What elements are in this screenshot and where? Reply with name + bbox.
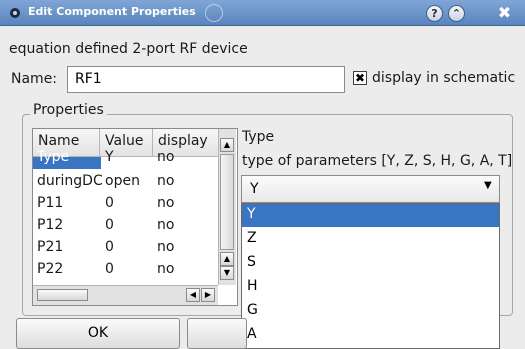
table-cell-display: no [157, 217, 175, 233]
dropdown-option[interactable]: Z [242, 228, 499, 251]
dropdown-option[interactable]: S [242, 252, 499, 275]
table-cell-value: 0 [105, 195, 114, 211]
property-description: type of parameters [Y, Z, S, H, G, A, T] [242, 153, 513, 169]
table-cell-display: no [157, 195, 175, 211]
table-cell-value: 0 [105, 239, 114, 255]
table-cell-value: open [105, 173, 140, 189]
dropdown-option[interactable]: H [242, 276, 499, 299]
help-button[interactable]: ? [426, 5, 443, 22]
dropdown-option[interactable]: G [242, 300, 499, 323]
vertical-scroll-thumb[interactable] [220, 154, 234, 250]
dropdown-option[interactable]: Y [242, 204, 499, 227]
table-cell-value: 0 [105, 217, 114, 233]
horizontal-scroll-thumb[interactable] [37, 289, 88, 301]
scroll-up-arrow-icon[interactable]: ▲ [220, 138, 234, 152]
table-cell-name: duringDC [37, 173, 103, 189]
scroll-right-arrow-icon[interactable]: ▶ [201, 288, 215, 302]
properties-group-title: Properties [30, 102, 107, 118]
app-icon [10, 8, 20, 18]
property-heading: Type [242, 129, 275, 145]
display-in-schematic-label: display in schematic [372, 70, 516, 86]
window-title: Edit Component Properties [28, 5, 196, 18]
title-decoration-icon [205, 4, 223, 22]
table-cell-name: P22 [37, 261, 64, 277]
ok-button[interactable]: OK [16, 318, 180, 349]
table-cell-name: P11 [37, 195, 64, 211]
component-description: equation defined 2-port RF device [9, 41, 248, 57]
dropdown-option[interactable]: A [242, 324, 499, 347]
table-cell-value: Y [105, 149, 114, 165]
table-cell-display: no [157, 149, 175, 165]
secondary-button[interactable] [187, 318, 247, 349]
scroll-up-arrow-icon[interactable]: ▲ [220, 252, 234, 266]
shade-button[interactable]: ⌃ [448, 5, 465, 22]
chevron-down-icon[interactable]: ▼ [484, 180, 492, 191]
display-in-schematic-checkbox[interactable]: ✖ [353, 71, 367, 85]
name-label: Name: [11, 71, 58, 87]
table-cell-display: no [157, 239, 175, 255]
table-cell-display: no [157, 173, 175, 189]
properties-table[interactable]: Name Value display Type Y no duringDC op… [32, 128, 238, 306]
table-cell-name: Type [37, 149, 70, 165]
close-button[interactable]: ✖ [496, 5, 513, 22]
name-input[interactable]: RF1 [67, 66, 345, 93]
parameter-type-selected-value: Y [250, 181, 259, 197]
table-cell-value: 0 [105, 261, 114, 277]
scroll-left-arrow-icon[interactable]: ◀ [186, 288, 200, 302]
table-cell-name: P12 [37, 217, 64, 233]
parameter-type-select[interactable]: Y [241, 175, 500, 203]
scroll-down-arrow-icon[interactable]: ▼ [220, 266, 234, 280]
table-cell-name: P21 [37, 239, 64, 255]
table-cell-display: no [157, 261, 175, 277]
